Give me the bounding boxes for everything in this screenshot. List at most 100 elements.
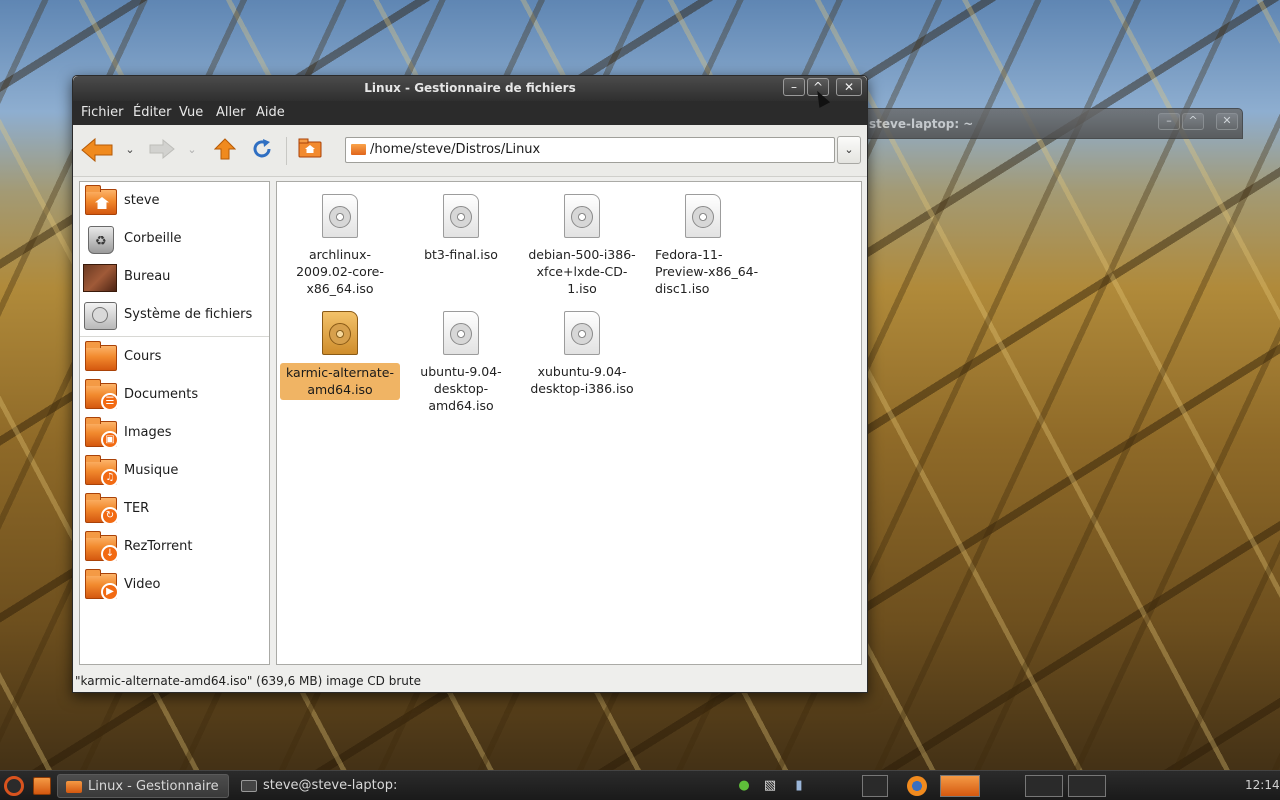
desktop-icon bbox=[83, 261, 119, 293]
disc-image-icon bbox=[564, 311, 600, 355]
reload-icon bbox=[253, 139, 271, 158]
up-button[interactable] bbox=[213, 137, 237, 163]
status-bar: "karmic-alternate-amd64.iso" (639,6 MB) … bbox=[75, 672, 855, 690]
menubar: Fichier Éditer Vue Aller Aide bbox=[73, 101, 867, 125]
sidebar-item-label: Musique bbox=[124, 463, 179, 478]
back-history-dropdown[interactable]: ⌄ bbox=[123, 137, 137, 163]
sidebar-item-ter[interactable]: ↻ TER bbox=[83, 491, 266, 527]
disc-image-icon bbox=[685, 194, 721, 238]
chevron-down-icon: ⌄ bbox=[187, 143, 197, 156]
menu-fichier[interactable]: Fichier bbox=[81, 105, 124, 120]
sidebar-item-label: RezTorrent bbox=[124, 539, 193, 554]
disc-image-icon bbox=[322, 194, 358, 238]
file-view[interactable]: archlinux-2009.02-core-x86_64.iso bt3-fi… bbox=[276, 181, 862, 665]
file-item[interactable]: bt3-final.iso bbox=[401, 194, 521, 263]
network-signal-icon[interactable]: ▧ bbox=[761, 777, 779, 795]
sidebar-item-filesystem[interactable]: Système de fichiers bbox=[83, 297, 266, 333]
sidebar-item-desktop[interactable]: Bureau bbox=[83, 259, 266, 295]
file-name: archlinux-2009.02-core-x86_64.iso bbox=[296, 247, 384, 296]
spotify-icon[interactable]: ● bbox=[735, 777, 753, 795]
back-button[interactable] bbox=[79, 137, 115, 163]
sidebar-item-images[interactable]: ▣ Images bbox=[83, 415, 266, 451]
sidebar-item-label: Corbeille bbox=[124, 231, 182, 246]
file-item[interactable]: xubuntu-9.04-desktop-i386.iso bbox=[522, 311, 642, 397]
file-name: debian-500-i386-xfce+lxde-CD-1.iso bbox=[528, 247, 636, 296]
disc-image-icon bbox=[322, 311, 358, 355]
sidebar-item-label: Documents bbox=[124, 387, 199, 402]
background-close-button[interactable]: ✕ bbox=[1216, 113, 1238, 130]
sidebar-item-label: Images bbox=[124, 425, 172, 440]
status-text: "karmic-alternate-amd64.iso" (639,6 MB) … bbox=[75, 674, 421, 688]
location-input[interactable]: /home/steve/Distros/Linux bbox=[345, 137, 835, 163]
taskbar-item-file-manager[interactable]: Linux - Gestionnaire ... bbox=[57, 774, 229, 798]
location-history-dropdown[interactable]: ⌄ bbox=[837, 136, 861, 164]
taskbar-item-label: Linux - Gestionnaire ... bbox=[88, 779, 219, 794]
workspace-3[interactable] bbox=[1025, 775, 1063, 797]
sidebar-separator bbox=[80, 336, 269, 337]
sidebar-item-trash[interactable]: ♻ Corbeille bbox=[83, 221, 266, 257]
background-maximize-button[interactable]: ^ bbox=[1182, 113, 1204, 130]
folder-icon bbox=[66, 781, 82, 793]
sidebar-item-reztorrent[interactable]: ↓ RezTorrent bbox=[83, 529, 266, 565]
background-terminal-window[interactable]: steve-laptop: ~ – ^ ✕ bbox=[850, 108, 1243, 139]
sidebar-item-musique[interactable]: ♫ Musique bbox=[83, 453, 266, 489]
firefox-icon[interactable] bbox=[907, 776, 927, 796]
toolbar-separator bbox=[286, 137, 287, 165]
sidebar-item-home[interactable]: steve bbox=[83, 183, 266, 219]
home-folder-icon bbox=[298, 138, 322, 158]
sidebar-item-video[interactable]: ▶ Video bbox=[83, 567, 266, 603]
sidebar-item-cours[interactable]: Cours bbox=[83, 339, 266, 375]
file-item-selected[interactable]: karmic-alternate-amd64.iso bbox=[280, 311, 400, 400]
sidebar-item-label: Cours bbox=[124, 349, 162, 364]
forward-arrow-icon bbox=[149, 138, 175, 160]
ubuntu-menu-icon[interactable] bbox=[4, 776, 24, 796]
sidebar-item-label: Système de fichiers bbox=[124, 307, 253, 322]
video-folder-icon: ▶ bbox=[83, 569, 119, 601]
taskbar-item-label: steve@steve-laptop: ~ bbox=[263, 778, 398, 793]
window-title: Linux - Gestionnaire de fichiers bbox=[364, 81, 576, 95]
background-minimize-button[interactable]: – bbox=[1158, 113, 1180, 130]
window-titlebar[interactable]: Linux - Gestionnaire de fichiers bbox=[73, 76, 867, 101]
minimize-button[interactable]: – bbox=[783, 78, 805, 96]
workspace-4[interactable] bbox=[1068, 775, 1106, 797]
file-name: Fedora-11-Preview-x86_64-disc1.iso bbox=[655, 247, 759, 296]
background-window-title: steve-laptop: ~ bbox=[869, 117, 974, 131]
music-folder-icon: ♫ bbox=[83, 455, 119, 487]
workspace-1[interactable] bbox=[862, 775, 888, 797]
sidebar-item-documents[interactable]: ☰ Documents bbox=[83, 377, 266, 413]
sidebar-item-label: Video bbox=[124, 577, 161, 592]
file-item[interactable]: ubuntu-9.04-desktop-amd64.iso bbox=[401, 311, 521, 414]
bottom-panel: Linux - Gestionnaire ... steve@steve-lap… bbox=[0, 770, 1280, 800]
up-arrow-icon bbox=[213, 138, 237, 160]
file-manager-launcher-icon[interactable] bbox=[33, 777, 51, 795]
menu-vue[interactable]: Vue bbox=[179, 105, 203, 120]
disc-image-icon bbox=[564, 194, 600, 238]
file-item[interactable]: archlinux-2009.02-core-x86_64.iso bbox=[280, 194, 400, 297]
disc-image-icon bbox=[443, 311, 479, 355]
forward-button[interactable] bbox=[147, 137, 177, 163]
battery-icon[interactable]: ▮ bbox=[790, 777, 808, 795]
folder-icon bbox=[83, 341, 119, 373]
harddisk-icon bbox=[83, 299, 119, 331]
menu-editer[interactable]: Éditer bbox=[133, 105, 172, 120]
sidebar-item-label: steve bbox=[124, 193, 160, 208]
menu-aide[interactable]: Aide bbox=[256, 105, 285, 120]
file-item[interactable]: debian-500-i386-xfce+lxde-CD-1.iso bbox=[522, 194, 642, 297]
home-icon bbox=[83, 185, 119, 217]
taskbar-item-terminal[interactable]: steve@steve-laptop: ~ bbox=[233, 774, 403, 798]
folder-icon: ↓ bbox=[83, 531, 119, 563]
forward-history-dropdown[interactable]: ⌄ bbox=[185, 137, 199, 163]
file-name: xubuntu-9.04-desktop-i386.iso bbox=[530, 364, 634, 396]
file-name: bt3-final.iso bbox=[424, 247, 498, 262]
reload-button[interactable] bbox=[249, 137, 275, 163]
sidebar-item-label: Bureau bbox=[124, 269, 171, 284]
pictures-folder-icon: ▣ bbox=[83, 417, 119, 449]
workspace-2-active[interactable] bbox=[940, 775, 980, 797]
home-button[interactable] bbox=[297, 137, 323, 163]
file-item[interactable]: Fedora-11-Preview-x86_64-disc1.iso bbox=[643, 194, 763, 297]
close-button[interactable]: ✕ bbox=[836, 78, 862, 96]
folder-icon: ↻ bbox=[83, 493, 119, 525]
location-path: /home/steve/Distros/Linux bbox=[370, 142, 541, 157]
menu-aller[interactable]: Aller bbox=[216, 105, 245, 120]
trash-icon: ♻ bbox=[83, 223, 119, 255]
